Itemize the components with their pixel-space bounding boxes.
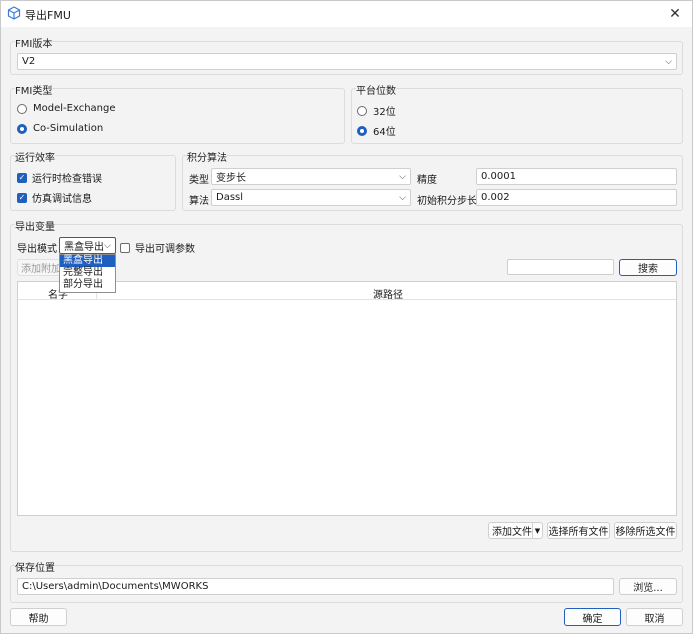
search-input[interactable] bbox=[507, 259, 614, 275]
add-extra-label: 添加附加 bbox=[21, 264, 61, 275]
algorithm-label: 算法 bbox=[189, 196, 209, 207]
precision-label: 精度 bbox=[417, 175, 437, 186]
save-path-value: C:\Users\admin\Documents\MWORKS bbox=[22, 581, 209, 592]
variables-table[interactable]: 名字 源路径 bbox=[17, 281, 677, 516]
export-mode-select[interactable]: 黑盒导出 ⌵ bbox=[59, 237, 116, 254]
export-mode-value: 黑盒导出 bbox=[64, 242, 104, 253]
checkbox-empty bbox=[120, 242, 130, 253]
help-label: 帮助 bbox=[28, 613, 49, 625]
search-button[interactable]: 搜索 bbox=[619, 259, 677, 276]
cancel-label: 取消 bbox=[644, 613, 665, 625]
remove-selected-label: 移除所选文件 bbox=[615, 527, 676, 538]
radio-circle-selected bbox=[17, 123, 27, 134]
check-runtime-error[interactable]: ✓ 运行时检查错误 bbox=[17, 170, 102, 185]
dropdown-option-blackbox[interactable]: 黑盒导出 bbox=[60, 255, 115, 267]
help-button[interactable]: 帮助 bbox=[10, 608, 67, 626]
fmi-version-value: V2 bbox=[22, 56, 36, 67]
search-button-label: 搜索 bbox=[638, 264, 658, 275]
radio-circle-selected bbox=[357, 125, 367, 136]
algorithm-value: Dassl bbox=[216, 192, 244, 203]
save-path-input[interactable]: C:\Users\admin\Documents\MWORKS bbox=[17, 578, 614, 595]
radio-32bit[interactable]: 32位 bbox=[357, 103, 396, 118]
select-all-label: 选择所有文件 bbox=[548, 527, 609, 538]
ok-label: 确定 bbox=[582, 613, 603, 625]
export-vars-title: 导出变量 bbox=[15, 218, 55, 233]
initial-step-input[interactable]: 0.002 bbox=[476, 189, 677, 206]
fmi-type-group bbox=[10, 88, 345, 144]
precision-input[interactable]: 0.0001 bbox=[476, 168, 677, 185]
chevron-down-icon: ⌵ bbox=[399, 192, 406, 203]
remove-selected-files-button[interactable]: 移除所选文件 bbox=[614, 522, 677, 539]
platform-title: 平台位数 bbox=[356, 82, 396, 97]
select-all-files-button[interactable]: 选择所有文件 bbox=[547, 522, 610, 539]
type-label: 类型 bbox=[189, 175, 209, 186]
type-value: 变步长 bbox=[216, 173, 246, 184]
check-label: 导出可调参数 bbox=[135, 244, 195, 255]
fmi-version-select[interactable]: V2 ⌵ bbox=[17, 53, 677, 70]
radio-label: Co-Simulation bbox=[33, 123, 104, 134]
check-icon: ✓ bbox=[17, 172, 27, 183]
radio-circle bbox=[357, 105, 367, 116]
chevron-down-icon[interactable]: ▼ bbox=[532, 523, 542, 538]
type-select[interactable]: 变步长 ⌵ bbox=[211, 168, 411, 185]
radio-model-exchange[interactable]: Model-Exchange bbox=[17, 103, 116, 114]
column-source-path: 源路径 bbox=[373, 290, 403, 301]
add-file-label: 添加文件 bbox=[492, 527, 532, 538]
initial-step-value: 0.002 bbox=[481, 192, 510, 203]
algorithm-select[interactable]: Dassl ⌵ bbox=[211, 189, 411, 206]
close-icon[interactable]: ✕ bbox=[664, 3, 686, 25]
radio-64bit[interactable]: 64位 bbox=[357, 123, 396, 138]
browse-button[interactable]: 浏览... bbox=[619, 578, 677, 595]
fmi-version-title: FMI版本 bbox=[15, 35, 53, 50]
window-title: 导出FMU bbox=[25, 9, 71, 22]
fmi-type-title: FMI类型 bbox=[15, 82, 53, 97]
ok-button[interactable]: 确定 bbox=[564, 608, 621, 626]
initial-step-label: 初始积分步长 bbox=[417, 196, 477, 207]
check-label: 仿真调试信息 bbox=[32, 194, 92, 205]
radio-circle bbox=[17, 103, 27, 114]
title-bar: 导出FMU ✕ bbox=[1, 1, 692, 27]
integration-title: 积分算法 bbox=[187, 149, 227, 164]
precision-value: 0.0001 bbox=[481, 171, 516, 182]
add-extra-button[interactable]: 添加附加 bbox=[17, 259, 62, 276]
dropdown-option-partial[interactable]: 部分导出 bbox=[60, 279, 115, 291]
table-header: 名字 源路径 bbox=[18, 282, 676, 301]
save-location-title: 保存位置 bbox=[15, 559, 55, 574]
check-icon: ✓ bbox=[17, 192, 27, 203]
browse-label: 浏览... bbox=[633, 583, 663, 594]
export-mode-dropdown: 黑盒导出 完整导出 部分导出 bbox=[59, 254, 116, 293]
add-file-button[interactable]: 添加文件 ▼ bbox=[488, 522, 543, 539]
chevron-down-icon: ⌵ bbox=[665, 56, 672, 67]
check-label: 运行时检查错误 bbox=[32, 174, 102, 185]
runtime-title: 运行效率 bbox=[15, 149, 55, 164]
cube-icon bbox=[7, 6, 21, 20]
radio-label: Model-Exchange bbox=[33, 103, 116, 114]
check-debug-info[interactable]: ✓ 仿真调试信息 bbox=[17, 190, 92, 205]
chevron-down-icon: ⌵ bbox=[399, 171, 406, 182]
radio-label: 64位 bbox=[373, 127, 396, 138]
cancel-button[interactable]: 取消 bbox=[626, 608, 683, 626]
export-fmu-dialog: 导出FMU ✕ FMI版本 V2 ⌵ FMI类型 Model-Exchange … bbox=[0, 0, 693, 634]
dropdown-option-full[interactable]: 完整导出 bbox=[60, 267, 115, 279]
check-export-tunable[interactable]: 导出可调参数 bbox=[120, 240, 195, 255]
radio-co-simulation[interactable]: Co-Simulation bbox=[17, 123, 103, 134]
chevron-down-icon: ⌵ bbox=[104, 240, 111, 251]
platform-group bbox=[351, 88, 683, 144]
radio-label: 32位 bbox=[373, 107, 396, 118]
export-mode-label: 导出模式 bbox=[17, 244, 57, 255]
